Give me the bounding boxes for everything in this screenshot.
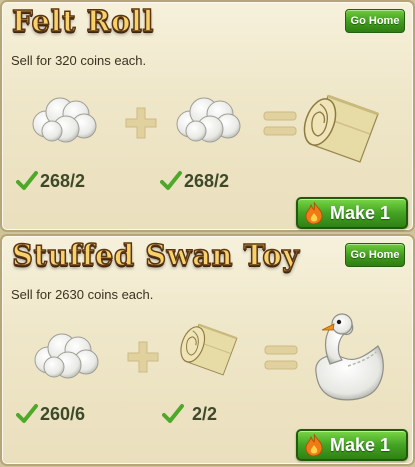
- recipe-card-felt-roll: Felt Roll Go Home Sell for 320 coins eac…: [0, 0, 415, 232]
- checkmark-icon: [162, 404, 184, 423]
- make-button-label: Make 1: [330, 202, 391, 223]
- cotton-wool-icon: [32, 330, 100, 384]
- checkmark-icon: [16, 171, 38, 190]
- ingredient-count-value: 2/2: [192, 403, 218, 424]
- ingredient-count: 2/2: [162, 403, 217, 425]
- ingredient-count: 268/2: [160, 170, 229, 192]
- ingredient-count-value: 268/2: [40, 170, 86, 191]
- plus-icon: [126, 340, 160, 378]
- checkmark-icon: [16, 404, 38, 423]
- equals-icon: [263, 110, 297, 142]
- ingredient-count: 268/2: [16, 170, 85, 192]
- fire-icon: [305, 201, 323, 225]
- ingredient-count-value: 268/2: [184, 170, 230, 191]
- swan-toy-icon: [308, 302, 390, 412]
- make-button[interactable]: Make 1: [296, 429, 408, 461]
- ingredient-count-value: 260/6: [40, 403, 86, 424]
- recipe-title: Stuffed Swan Toy: [11, 237, 300, 273]
- checkmark-icon: [160, 171, 182, 190]
- plus-icon: [124, 106, 158, 144]
- go-home-button[interactable]: Go Home: [345, 243, 405, 267]
- fire-icon: [305, 433, 323, 457]
- recipe-title: Felt Roll: [11, 3, 154, 39]
- make-button-label: Make 1: [330, 434, 391, 455]
- make-button[interactable]: Make 1: [296, 197, 408, 229]
- felt-roll-icon: [298, 86, 390, 174]
- ingredient-count: 260/6: [16, 403, 85, 425]
- recipe-card-stuffed-swan-toy: Stuffed Swan Toy Go Home Sell for 2630 c…: [0, 234, 415, 466]
- sell-price-text: Sell for 320 coins each.: [11, 53, 147, 68]
- go-home-button[interactable]: Go Home: [345, 9, 405, 33]
- felt-roll-icon: [176, 316, 246, 386]
- equals-icon: [264, 344, 298, 376]
- sell-price-text: Sell for 2630 coins each.: [11, 287, 154, 302]
- cotton-wool-icon: [174, 94, 242, 148]
- cotton-wool-icon: [30, 94, 98, 148]
